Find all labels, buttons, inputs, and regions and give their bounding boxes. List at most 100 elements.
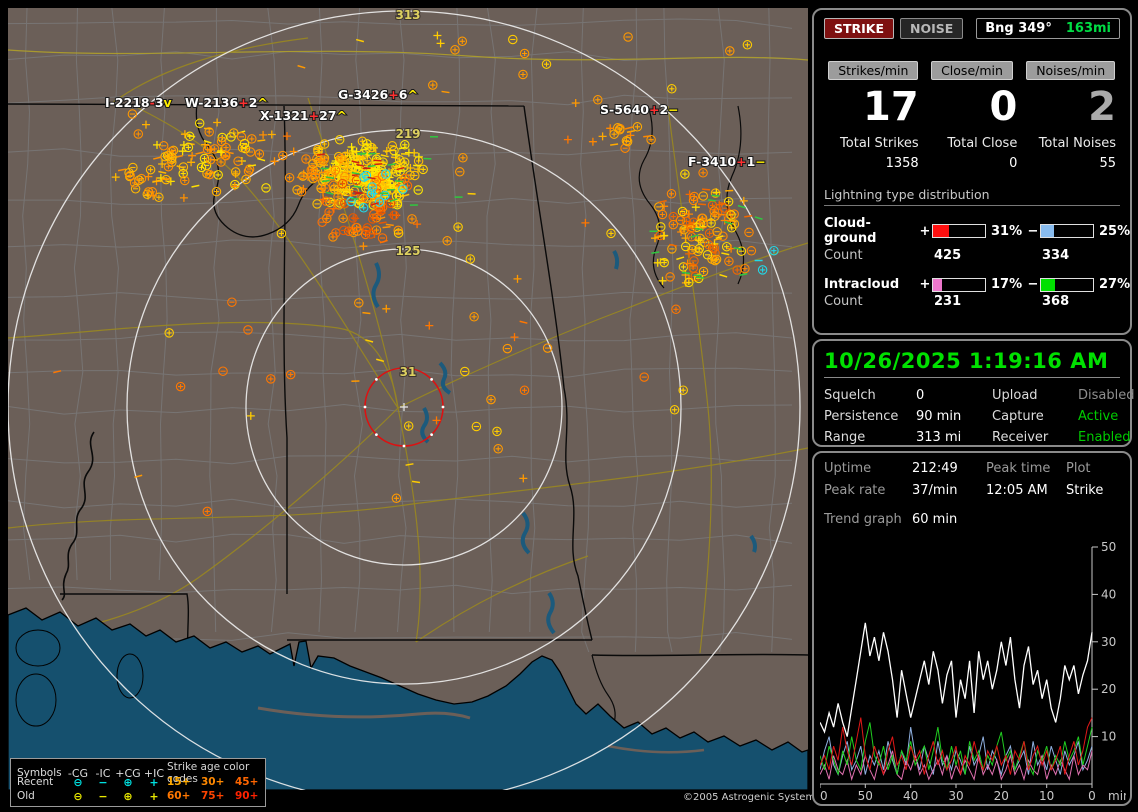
range-value: 313 mi [916, 430, 992, 445]
lake [117, 654, 143, 698]
noises-per-min-column: Noises/min 2 Total Noises 55 [1021, 61, 1120, 171]
total-close-value: 0 [927, 156, 1018, 171]
strikes-per-min-button[interactable]: Strikes/min [828, 61, 918, 80]
cg-pos-bar [932, 224, 986, 238]
age-code-90: 90+ [235, 790, 265, 802]
svg-text:50: 50 [1101, 541, 1116, 554]
capture-label: Capture [992, 409, 1078, 424]
svg-text:40: 40 [1101, 587, 1116, 601]
minus-sign: − [1026, 277, 1040, 292]
noises-per-min-button[interactable]: Noises/min [1026, 61, 1115, 80]
legend-old-row: Old ⊖ − ⊕ + 60+ 75+ 90+ [17, 789, 261, 803]
noises-per-min-value: 2 [1025, 86, 1116, 128]
distribution-grid: Cloud-ground + 31% − 25% Count 425 334 I… [824, 216, 1120, 309]
ic-pos-percent: 17% [986, 277, 1026, 292]
clock-settings-panel: 10/26/2025 1:19:16 AM Squelch 0 Upload D… [812, 339, 1132, 447]
uptime-label: Uptime [824, 461, 912, 476]
circle-plus-icon: ⊕ [115, 776, 141, 789]
total-noises-value: 55 [1025, 156, 1116, 171]
age-code-15: 15+ [167, 776, 201, 788]
close-per-min-column: Close/min 0 Total Close 0 [923, 61, 1022, 171]
minus-icon: − [91, 790, 115, 803]
lake [16, 674, 56, 726]
svg-text:30: 30 [1101, 635, 1116, 649]
svg-text:min: min [1108, 789, 1126, 803]
distribution-title: Lightning type distribution [824, 187, 1120, 206]
close-per-min-button[interactable]: Close/min [931, 61, 1013, 80]
trend-graph-label: Trend graph [824, 512, 912, 527]
bearing-value: Bng 349° [985, 21, 1052, 36]
map-canvas[interactable]: 313 219 125 31 I-2218-3vW-2136+2^X-1321+… [8, 8, 808, 790]
svg-text:20: 20 [994, 789, 1009, 803]
squelch-value: 0 [916, 388, 992, 403]
cg-pos-percent: 31% [986, 224, 1026, 239]
lightning-map[interactable]: 313 219 125 31 I-2218-3vW-2136+2^X-1321+… [8, 8, 808, 790]
peak-rate-label: Peak rate [824, 483, 912, 498]
settings-grid: Squelch 0 Upload Disabled Persistence 90… [824, 388, 1120, 445]
strike-stats-panel: STRIKE NOISE Bng 349° 163mi Strikes/min … [812, 8, 1132, 335]
ic-pos-count: 231 [932, 294, 986, 309]
trend-axis-labels: 50403020106050403020100min [820, 541, 1126, 803]
bearing-distance: 163mi [1066, 21, 1111, 36]
cg-neg-count: 334 [1040, 248, 1094, 263]
symbol-legend: Symbols -CG -IC +CG +IC Strike age color… [10, 758, 266, 807]
storm-cell-label-G-3426: G-3426+6^ [338, 87, 418, 102]
age-code-45: 45+ [235, 776, 265, 788]
upload-status: Disabled [1078, 388, 1134, 403]
datetime-display: 10/26/2025 1:19:16 AM [824, 349, 1120, 378]
ic-pos-bar [932, 278, 986, 292]
total-noises-label: Total Noises [1025, 136, 1116, 151]
svg-text:10: 10 [1039, 789, 1054, 803]
storm-cell-label-F-3410: F-3410+1− [688, 154, 766, 169]
plus-sign: + [918, 224, 932, 239]
svg-text:40: 40 [903, 789, 918, 803]
trend-graph-window: 60 min [912, 512, 1120, 527]
storm-cell-label-W-2136: W-2136+2^ [185, 95, 268, 110]
plus-icon: + [141, 776, 167, 789]
ring-label-125: 125 [395, 244, 420, 258]
capture-status: Active [1078, 409, 1134, 424]
noise-mode-button[interactable]: NOISE [900, 18, 963, 39]
uptime-value: 212:49 [912, 461, 986, 476]
ring-label-219: 219 [395, 127, 420, 141]
ring-label-31: 31 [400, 365, 417, 379]
legend-recent-row: Recent ⊖ − ⊕ + 15+ 30+ 45+ [17, 775, 261, 789]
storm-cell-label-I-2218: I-2218-3v [105, 95, 172, 110]
receiver-label: Receiver [992, 430, 1078, 445]
circle-plus-icon: ⊕ [115, 790, 141, 803]
cloud-ground-label: Cloud-ground [824, 216, 918, 246]
svg-text:60: 60 [820, 789, 828, 803]
lake [16, 630, 60, 666]
status-grid: Uptime 212:49 Peak time Plot Peak rate 3… [824, 461, 1120, 498]
svg-text:20: 20 [1101, 682, 1116, 696]
close-per-min-value: 0 [927, 86, 1018, 128]
age-code-60: 60+ [167, 790, 201, 802]
circle-minus-icon: ⊖ [65, 790, 91, 803]
squelch-label: Squelch [824, 388, 916, 403]
ic-neg-count: 368 [1040, 294, 1094, 309]
strike-mode-button[interactable]: STRIKE [824, 18, 894, 39]
age-code-30: 30+ [201, 776, 235, 788]
receiver-status: Enabled [1078, 430, 1134, 445]
persistence-label: Persistence [824, 409, 916, 424]
persistence-value: 90 min [916, 409, 992, 424]
storm-cell-label-X-1321: X-1321+27^ [260, 108, 347, 123]
strikes-per-min-value: 17 [828, 86, 919, 128]
legend-old-label: Old [17, 790, 65, 802]
svg-text:50: 50 [858, 789, 873, 803]
cg-neg-bar [1040, 224, 1094, 238]
total-strikes-label: Total Strikes [828, 136, 919, 151]
peak-rate-value: 37/min [912, 483, 986, 498]
copyright-text: ©2005 Astrogenic Systems [683, 792, 820, 803]
range-label: Range [824, 430, 916, 445]
app-root: { "panel": { "strike_btn": "STRIKE", "no… [0, 0, 1138, 812]
minus-icon: − [91, 776, 115, 789]
plus-icon: + [141, 790, 167, 803]
plot-mode-value: Strike [1066, 483, 1120, 498]
total-close-label: Total Close [927, 136, 1018, 151]
intracloud-label: Intracloud [824, 277, 918, 292]
svg-text:30: 30 [948, 789, 963, 803]
cg-neg-percent: 25% [1094, 224, 1132, 239]
bearing-readout: Bng 349° 163mi [976, 18, 1120, 39]
plus-sign: + [918, 277, 932, 292]
